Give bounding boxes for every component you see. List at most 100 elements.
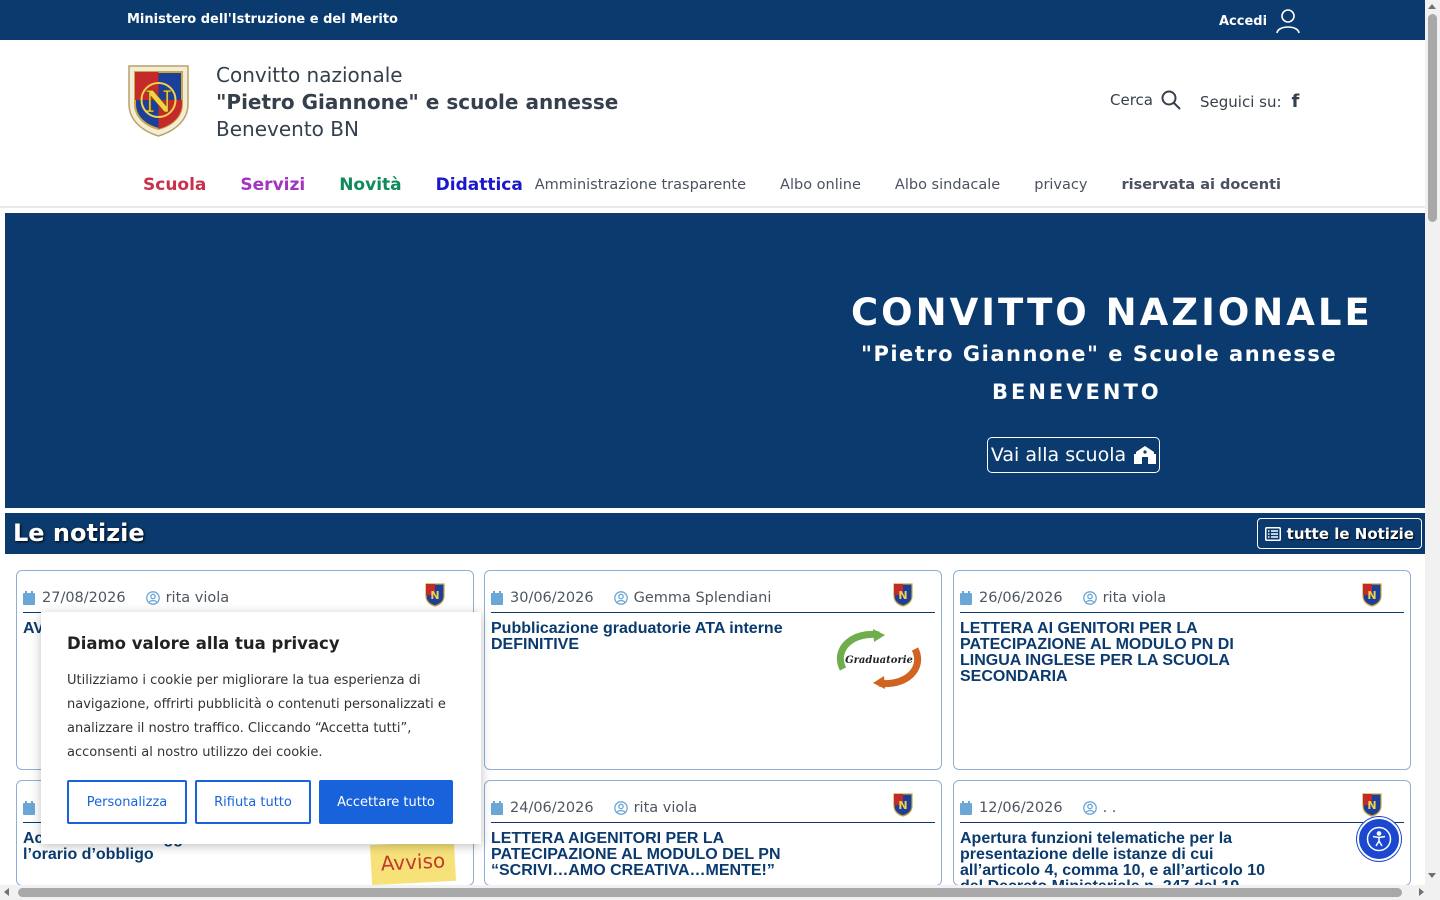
news-card-author: rita viola: [1082, 589, 1167, 606]
avviso-thumbnail: Avviso: [370, 841, 456, 885]
cookie-description: Utilizziamo i cookie per migliorare la t…: [67, 673, 446, 760]
news-card-author-name: rita viola: [633, 799, 698, 816]
login-label: Accedi: [1219, 13, 1268, 29]
news-card[interactable]: 30/06/2026 Gemma Splendiani N Pubblicazi…: [484, 570, 942, 770]
graduatorie-thumbnail: Graduatorie: [837, 629, 921, 689]
news-card-title[interactable]: Pubblicazione graduatorie ATA interne DE…: [491, 621, 791, 653]
svg-text:N: N: [1367, 589, 1376, 602]
calendar-icon: [23, 590, 35, 605]
cookie-reject-button[interactable]: Rifiuta tutto: [195, 780, 311, 824]
news-card-author: . .: [1082, 799, 1117, 816]
accessibility-button[interactable]: [1357, 817, 1401, 861]
calendar-icon: [491, 590, 503, 605]
cookie-title: Diamo valore alla tua privacy: [67, 634, 340, 653]
search-label: Cerca: [1110, 91, 1153, 109]
all-news-button[interactable]: tutte le Notizie: [1256, 518, 1422, 549]
news-card-author-name: Gemma Splendiani: [633, 589, 772, 606]
news-card-title[interactable]: Apertura funzioni telematiche per la pre…: [960, 831, 1290, 886]
user-circle-icon: [613, 590, 628, 605]
user-circle-icon: [1082, 800, 1097, 815]
school-building-icon: [1134, 446, 1157, 464]
news-card-meta: 12/06/2026 . . N: [960, 793, 1404, 823]
news-card-author-name: . .: [1102, 799, 1117, 816]
news-card[interactable]: 26/06/2026 rita viola N LETTERA AI GENIT…: [953, 570, 1411, 770]
news-card-title[interactable]: LETTERA AIGENITORI PER LA PATECIPAZIONE …: [491, 831, 791, 879]
horizontal-scrollbar[interactable]: [0, 885, 1440, 900]
facebook-icon[interactable]: f: [1292, 91, 1300, 112]
calendar-icon: [23, 800, 35, 815]
cookie-accept-button[interactable]: Accettare tutto: [319, 780, 453, 824]
news-card-meta: 30/06/2026 Gemma Splendiani N: [491, 583, 935, 613]
news-card-author: Gemma Splendiani: [613, 589, 772, 606]
scroll-right-arrow-icon[interactable]: [1419, 888, 1424, 896]
nav-link-amministrazione-trasparente[interactable]: Amministrazione trasparente: [535, 177, 746, 193]
avviso-thumbnail-label: Avviso: [380, 848, 446, 875]
nav-item-novita[interactable]: Novità: [339, 175, 401, 195]
school-crest-icon: N: [893, 583, 913, 607]
hero-banner: CONVITTO NAZIONALE "Pietro Giannone" e S…: [5, 213, 1425, 508]
news-card-date: 24/06/2026: [510, 799, 594, 816]
user-circle-icon: [145, 590, 160, 605]
nav-link-albo-sindacale[interactable]: Albo sindacale: [895, 177, 1000, 193]
calendar-icon: [960, 590, 972, 605]
news-card-date: 30/06/2026: [510, 589, 594, 606]
school-name-line1: Convitto nazionale: [216, 63, 403, 87]
news-card-author-name: rita viola: [1102, 589, 1167, 606]
user-circle-icon: [613, 800, 628, 815]
vertical-scrollbar[interactable]: [1425, 0, 1440, 885]
news-card-meta: 26/06/2026 rita viola N: [960, 583, 1404, 613]
main-navigation: Scuola Servizi Novità Didattica Amminist…: [0, 170, 1425, 208]
school-crest-icon: N: [893, 793, 913, 817]
news-section-title: Le notizie: [13, 519, 145, 547]
calendar-icon: [491, 800, 503, 815]
hero-title: CONVITTO NAZIONALE: [851, 291, 1373, 334]
news-card-author-name: rita viola: [165, 589, 230, 606]
news-card-meta: 27/08/2026 rita viola N: [23, 583, 467, 613]
svg-text:N: N: [430, 589, 439, 602]
svg-text:N: N: [1367, 799, 1376, 812]
social-links: Seguici su: f: [1200, 91, 1299, 112]
nav-link-albo-online[interactable]: Albo online: [780, 177, 861, 193]
school-crest-icon: N: [425, 583, 445, 607]
scroll-left-arrow-icon[interactable]: [4, 888, 9, 896]
search-icon: [1161, 90, 1181, 110]
login-button[interactable]: Accedi: [1219, 8, 1301, 34]
news-card-title[interactable]: LETTERA AI GENITORI PER LA PATECIPAZIONE…: [960, 621, 1290, 685]
nav-item-didattica[interactable]: Didattica: [436, 175, 523, 195]
user-icon: [1276, 9, 1300, 34]
search-button[interactable]: Cerca: [1110, 90, 1181, 110]
news-card-author: rita viola: [613, 799, 698, 816]
social-label: Seguici su:: [1200, 92, 1282, 111]
cookie-consent-banner: Diamo valore alla tua privacy Utilizziam…: [41, 612, 481, 844]
accessibility-icon: [1366, 826, 1392, 852]
ministry-link[interactable]: Ministero dell'Istruzione e del Merito: [127, 12, 398, 27]
svg-text:N: N: [898, 589, 907, 602]
news-card[interactable]: 24/06/2026 rita viola N LETTERA AIGENITO…: [484, 780, 942, 886]
cookie-customize-button[interactable]: Personalizza: [67, 780, 187, 824]
user-circle-icon: [1082, 590, 1097, 605]
graduatorie-thumbnail-label: Graduatorie: [845, 655, 913, 666]
calendar-icon: [960, 800, 972, 815]
go-to-school-label: Vai alla scuola: [990, 444, 1127, 466]
news-card-date: 26/06/2026: [979, 589, 1063, 606]
hero-subtitle: "Pietro Giannone" e Scuole annesse: [861, 342, 1338, 366]
all-news-label: tutte le Notizie: [1286, 524, 1414, 543]
news-card-meta: 24/06/2026 rita viola N: [491, 793, 935, 823]
nav-link-riservata-docenti[interactable]: riservata ai docenti: [1121, 177, 1281, 193]
news-card-date: 27/08/2026: [42, 589, 126, 606]
nav-item-servizi[interactable]: Servizi: [240, 175, 305, 195]
scroll-down-arrow-icon[interactable]: [1428, 873, 1436, 878]
horizontal-scrollbar-thumb[interactable]: [18, 888, 1402, 897]
scroll-up-arrow-icon[interactable]: [1428, 4, 1436, 9]
nav-item-scuola[interactable]: Scuola: [143, 175, 206, 195]
school-name-line2: "Pietro Giannone" e scuole annesse: [216, 90, 619, 114]
news-card[interactable]: 12/06/2026 . . N Apertura funzioni telem…: [953, 780, 1411, 886]
go-to-school-button[interactable]: Vai alla scuola: [987, 437, 1160, 473]
vertical-scrollbar-thumb[interactable]: [1428, 14, 1437, 222]
school-name[interactable]: Convitto nazionale "Pietro Giannone" e s…: [216, 62, 618, 143]
school-name-line3: Benevento BN: [216, 117, 359, 141]
school-crest-logo[interactable]: N: [127, 64, 190, 137]
list-icon: [1264, 526, 1281, 541]
school-crest-icon: N: [1362, 583, 1382, 607]
nav-link-privacy[interactable]: privacy: [1034, 177, 1087, 193]
